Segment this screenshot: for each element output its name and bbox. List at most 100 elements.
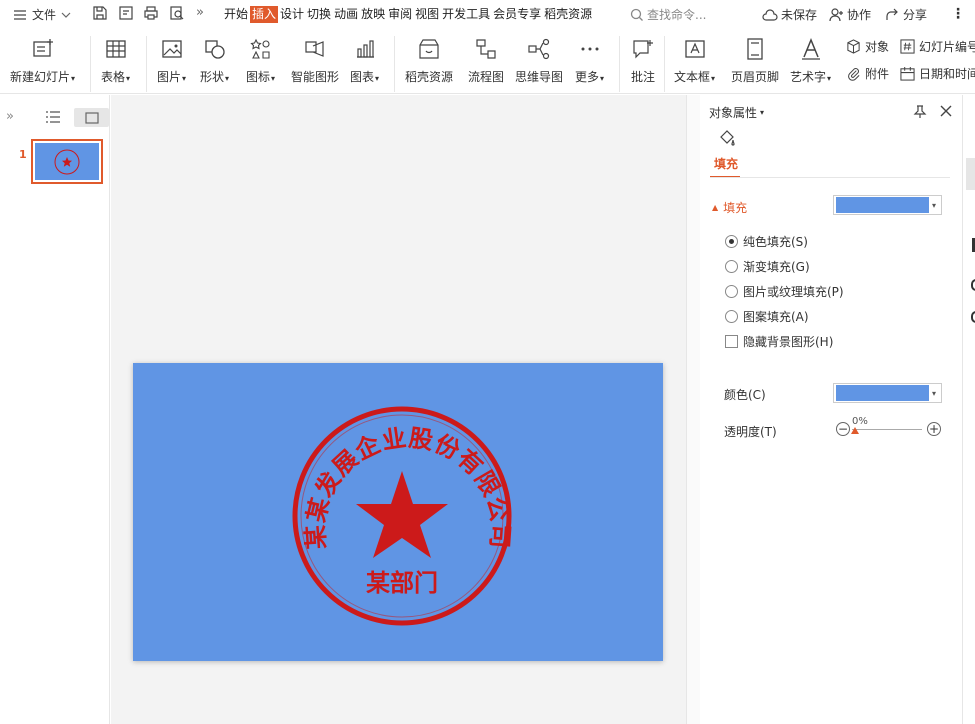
chevron-down-icon: ▾ bbox=[932, 200, 937, 210]
comment-icon bbox=[633, 40, 653, 59]
icon-button[interactable]: 图标▾ bbox=[246, 36, 275, 85]
fill-color-swatch bbox=[836, 197, 929, 213]
color-label: 颜色(C) bbox=[724, 388, 766, 402]
object-button[interactable]: 对象 bbox=[846, 38, 889, 55]
textbox-button[interactable]: 文本框▾ bbox=[674, 36, 715, 85]
slide-thumbnail[interactable] bbox=[31, 139, 103, 184]
seal-bottom-text: 某部门 bbox=[366, 569, 438, 597]
flowchart-button[interactable]: 流程图 bbox=[468, 36, 504, 85]
radio-solid-fill[interactable]: 纯色填充(S) bbox=[725, 233, 808, 250]
fill-section-header[interactable]: ▲ 填充 bbox=[712, 199, 747, 216]
shape-button[interactable]: 形状▾ bbox=[200, 36, 229, 85]
expand-panel-icon[interactable]: » bbox=[6, 109, 14, 124]
picture-label: 图片 bbox=[157, 70, 182, 84]
picture-icon bbox=[161, 40, 182, 58]
smartart-button[interactable]: 智能图形 bbox=[291, 36, 339, 85]
tab-home[interactable]: 开始 bbox=[223, 6, 249, 23]
table-button[interactable]: 表格▾ bbox=[101, 36, 130, 85]
radio-gradient-fill[interactable]: 渐变填充(G) bbox=[725, 258, 810, 275]
thumbnail-view-icon[interactable] bbox=[74, 108, 109, 127]
textbox-icon bbox=[684, 40, 705, 58]
side-tool-active[interactable] bbox=[966, 158, 975, 190]
mindmap-label: 思维导图 bbox=[515, 70, 564, 84]
properties-title[interactable]: 对象属性 ▾ bbox=[709, 104, 764, 121]
attachment-button[interactable]: 附件 bbox=[846, 65, 889, 82]
smartart-icon bbox=[305, 41, 324, 57]
ellipsis-icon bbox=[581, 47, 599, 51]
tab-design[interactable]: 设计 bbox=[279, 6, 305, 23]
slide-number-button[interactable]: 幻灯片编号 bbox=[900, 38, 975, 55]
mindmap-icon bbox=[528, 38, 550, 60]
tab-fill[interactable]: 填充 bbox=[714, 155, 738, 172]
fill-bucket-icon[interactable] bbox=[717, 128, 737, 151]
more-button[interactable]: 更多▾ bbox=[575, 36, 604, 85]
radio-picture-fill[interactable]: 图片或纹理填充(P) bbox=[725, 283, 844, 300]
wordart-button[interactable]: 艺术字▾ bbox=[790, 36, 831, 85]
radio-pattern-fill[interactable]: 图案填充(A) bbox=[725, 308, 809, 325]
new-slide-label: 新建幻灯片 bbox=[10, 70, 71, 84]
tab-insert[interactable]: 插入 bbox=[250, 6, 279, 23]
transparency-increase-button[interactable]: + bbox=[927, 422, 941, 436]
new-slide-button[interactable]: 新建幻灯片▾ bbox=[10, 36, 75, 85]
attachment-label: 附件 bbox=[865, 67, 890, 81]
close-icon[interactable] bbox=[939, 104, 953, 121]
more-quick-access-icon[interactable]: » bbox=[196, 5, 212, 21]
chart-label: 图表 bbox=[350, 70, 375, 84]
properties-title-label: 对象属性 bbox=[709, 106, 758, 120]
print-icon[interactable] bbox=[143, 5, 159, 21]
vertical-scrollbar[interactable] bbox=[686, 95, 700, 724]
slide[interactable]: 某某发展企业股份有限公司 某部门 bbox=[133, 363, 663, 661]
unsaved-label: 未保存 bbox=[781, 8, 818, 22]
calendar-icon bbox=[900, 66, 915, 81]
tab-developer[interactable]: 开发工具 bbox=[441, 6, 491, 23]
cloud-icon bbox=[762, 8, 778, 21]
search-icon bbox=[630, 8, 643, 21]
picture-fill-label: 图片或纹理填充(P) bbox=[743, 285, 844, 299]
chart-button[interactable]: 图表▾ bbox=[350, 36, 379, 85]
print-preview-icon[interactable] bbox=[169, 5, 185, 21]
export-pdf-icon[interactable] bbox=[118, 5, 134, 21]
transparency-slider[interactable] bbox=[852, 429, 922, 430]
mindmap-button[interactable]: 思维导图 bbox=[515, 36, 563, 85]
checkbox-hide-background[interactable]: 隐藏背景图形(H) bbox=[725, 333, 833, 350]
slides-panel: » 1 bbox=[0, 95, 110, 724]
divider bbox=[146, 36, 147, 92]
save-icon[interactable] bbox=[92, 5, 108, 21]
comment-button[interactable]: 批注 bbox=[630, 36, 656, 85]
unsaved-status[interactable]: 未保存 bbox=[762, 6, 817, 23]
tab-member[interactable]: 会员专享 bbox=[492, 6, 542, 23]
pin-icon[interactable] bbox=[913, 105, 927, 122]
side-tool[interactable] bbox=[971, 279, 975, 291]
tab-animation[interactable]: 动画 bbox=[333, 6, 359, 23]
tab-divider bbox=[710, 177, 950, 178]
tab-transition[interactable]: 切换 bbox=[306, 6, 332, 23]
file-menu[interactable]: 文件 bbox=[13, 6, 71, 23]
side-tool[interactable] bbox=[971, 311, 975, 323]
datetime-button[interactable]: 日期和时间 bbox=[900, 65, 975, 82]
chevron-down-icon: ▾ bbox=[932, 388, 937, 398]
tab-docer[interactable]: 稻壳资源 bbox=[543, 6, 593, 23]
share-button[interactable]: 分享 bbox=[885, 6, 927, 23]
header-footer-label: 页眉页脚 bbox=[731, 70, 780, 84]
object-icon bbox=[847, 39, 860, 54]
tab-view[interactable]: 视图 bbox=[414, 6, 440, 23]
docer-resources-button[interactable]: 稻壳资源 bbox=[405, 36, 453, 85]
hide-bg-label: 隐藏背景图形(H) bbox=[743, 335, 834, 349]
picture-button[interactable]: 图片▾ bbox=[157, 36, 186, 85]
search-placeholder: 查找命令... bbox=[647, 8, 707, 22]
tab-slideshow[interactable]: 放映 bbox=[360, 6, 386, 23]
fill-color-dropdown[interactable]: ▾ bbox=[833, 195, 942, 215]
transparency-slider-handle[interactable] bbox=[851, 427, 859, 434]
collaborate-button[interactable]: 协作 bbox=[829, 6, 871, 23]
command-search[interactable]: 查找命令... bbox=[630, 6, 706, 23]
header-footer-button[interactable]: 页眉页脚 bbox=[731, 36, 779, 85]
smartart-label: 智能图形 bbox=[291, 70, 340, 84]
company-seal[interactable]: 某某发展企业股份有限公司 某部门 bbox=[133, 363, 663, 661]
transparency-decrease-button[interactable]: − bbox=[836, 422, 850, 436]
tab-review[interactable]: 审阅 bbox=[387, 6, 413, 23]
more-options-icon[interactable]: ⋮ bbox=[951, 6, 965, 22]
color-dropdown[interactable]: ▾ bbox=[833, 383, 942, 403]
radio-indicator bbox=[725, 235, 738, 248]
outline-view-icon[interactable] bbox=[45, 110, 61, 127]
header-footer-icon bbox=[747, 38, 763, 60]
